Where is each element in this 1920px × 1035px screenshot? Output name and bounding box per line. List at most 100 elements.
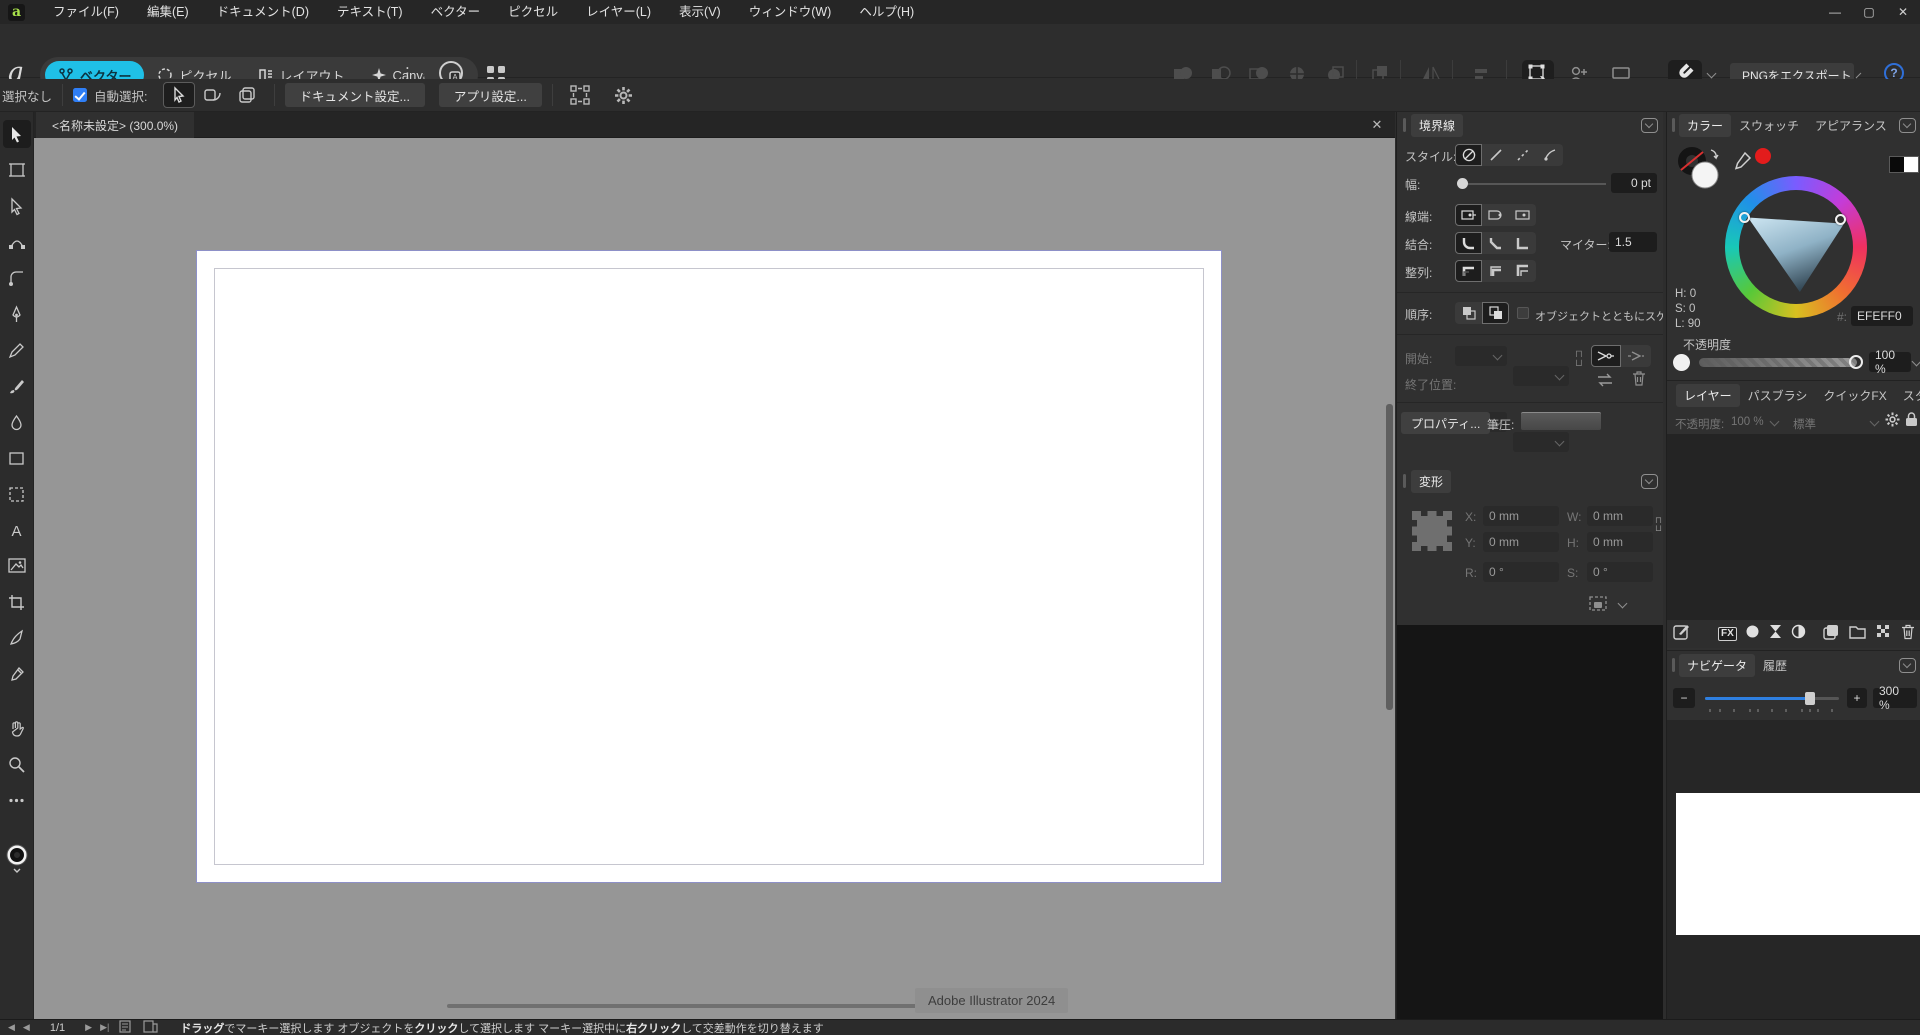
app-settings-button[interactable]: アプリ設定... bbox=[439, 83, 542, 107]
minimize-button[interactable]: — bbox=[1818, 0, 1852, 24]
document-tab[interactable]: <名称未設定> (300.0%) bbox=[36, 112, 194, 138]
zoom-out-button[interactable]: − bbox=[1673, 688, 1695, 708]
transform-panel-menu-icon[interactable] bbox=[1641, 474, 1658, 489]
blend-mode-value[interactable]: 標準 bbox=[1793, 416, 1816, 432]
layers-opacity-chevron[interactable] bbox=[1770, 417, 1780, 427]
zoom-slider-track[interactable] bbox=[1705, 697, 1839, 700]
prev-page-icon[interactable]: ◀ bbox=[23, 1022, 30, 1033]
zoom-in-button[interactable]: + bbox=[1847, 688, 1867, 708]
navigator-panel-menu-icon[interactable] bbox=[1899, 658, 1916, 673]
panel-grip[interactable] bbox=[1403, 474, 1406, 488]
transform-tool-icon[interactable] bbox=[3, 228, 31, 256]
pen-tool-icon[interactable] bbox=[3, 300, 31, 328]
zoom-value-field[interactable]: 300 % bbox=[1873, 688, 1917, 708]
cut-start-icon[interactable] bbox=[1591, 345, 1621, 367]
transform-x-field[interactable]: 0 mm bbox=[1483, 506, 1559, 526]
blend-mode-chevron[interactable] bbox=[1870, 417, 1880, 427]
canvas-area[interactable] bbox=[34, 138, 1395, 1019]
menu-text[interactable]: テキスト(T) bbox=[323, 0, 417, 24]
artboard-tool-icon[interactable] bbox=[3, 156, 31, 184]
align-center-icon[interactable] bbox=[1455, 260, 1482, 282]
settings-gear-icon[interactable] bbox=[608, 82, 640, 108]
maximize-button[interactable]: ▢ bbox=[1852, 0, 1886, 24]
join-bevel-icon[interactable] bbox=[1482, 232, 1509, 254]
node-tool-icon[interactable] bbox=[3, 192, 31, 220]
hue-handle[interactable] bbox=[1739, 212, 1750, 223]
lock-aspect-icon[interactable]: ⊓⊔ bbox=[1655, 516, 1662, 532]
tab-layers[interactable]: レイヤー bbox=[1676, 384, 1740, 407]
pattern-icon[interactable] bbox=[1876, 624, 1891, 644]
cap-round-icon[interactable] bbox=[1482, 204, 1509, 226]
new-layer-icon[interactable] bbox=[1823, 624, 1839, 645]
menu-vector[interactable]: ベクター bbox=[417, 0, 495, 24]
layers-opacity-value[interactable]: 100 % bbox=[1731, 416, 1764, 428]
opacity-slider-thumb[interactable] bbox=[1849, 355, 1863, 369]
menu-document[interactable]: ドキュメント(D) bbox=[203, 0, 323, 24]
pressure-profile-bar[interactable] bbox=[1521, 412, 1601, 430]
align-outside-icon[interactable] bbox=[1509, 260, 1536, 282]
layers-list[interactable] bbox=[1667, 434, 1920, 620]
opacity-full-swatch[interactable] bbox=[1673, 354, 1690, 371]
menu-help[interactable]: ヘルプ(H) bbox=[845, 0, 928, 24]
select-copy-button[interactable] bbox=[231, 82, 263, 108]
miter-field[interactable]: 1.5 bbox=[1609, 232, 1657, 252]
stroke-width-slider-track[interactable] bbox=[1468, 183, 1606, 185]
close-button[interactable]: ✕ bbox=[1886, 0, 1920, 24]
panel-grip[interactable] bbox=[1403, 118, 1406, 132]
order-behind-icon[interactable] bbox=[1455, 302, 1482, 324]
hex-field[interactable]: EFEFF0 bbox=[1851, 306, 1913, 326]
menu-window[interactable]: ウィンドウ(W) bbox=[735, 0, 846, 24]
start-size-dropdown[interactable] bbox=[1513, 366, 1569, 386]
link-ends-icon[interactable]: ⊓⊔ bbox=[1575, 350, 1583, 368]
panel-grip[interactable] bbox=[1672, 118, 1675, 132]
tab-close-icon[interactable]: ✕ bbox=[1368, 116, 1386, 134]
last-page-icon[interactable]: ▶| bbox=[100, 1022, 109, 1033]
vector-brush-tool-icon[interactable] bbox=[3, 372, 31, 400]
margins-icon[interactable] bbox=[564, 82, 596, 108]
transform-h-field[interactable]: 0 mm bbox=[1587, 532, 1653, 552]
opacity-slider-track[interactable] bbox=[1699, 358, 1857, 367]
stroke-width-slider-knob[interactable] bbox=[1457, 178, 1468, 189]
delete-ends-icon[interactable] bbox=[1631, 370, 1647, 392]
place-image-tool-icon[interactable] bbox=[3, 552, 31, 580]
stroke-properties-button[interactable]: プロパティ... bbox=[1401, 412, 1490, 434]
fill-tool-icon[interactable] bbox=[3, 408, 31, 436]
anchor-point-selector[interactable] bbox=[1411, 510, 1453, 552]
invert-icon[interactable] bbox=[1791, 624, 1806, 644]
tab-history[interactable]: 履歴 bbox=[1755, 654, 1795, 677]
menu-view[interactable]: 表示(V) bbox=[665, 0, 735, 24]
zoom-slider-thumb[interactable] bbox=[1805, 692, 1815, 705]
knife-tool-icon[interactable] bbox=[3, 624, 31, 652]
transform-s-field[interactable]: 0 ° bbox=[1587, 562, 1653, 582]
opacity-unit-chevron[interactable] bbox=[1912, 357, 1920, 367]
stroke-panel-menu-icon[interactable] bbox=[1641, 118, 1658, 133]
transform-y-field[interactable]: 0 mm bbox=[1483, 532, 1559, 552]
start-style-dropdown[interactable] bbox=[1455, 346, 1507, 366]
document-setup-button[interactable]: ドキュメント設定... bbox=[285, 83, 425, 107]
layer-fx-icon[interactable]: FX bbox=[1718, 627, 1737, 641]
zoom-tool-icon[interactable] bbox=[3, 750, 31, 778]
menu-edit[interactable]: 編集(E) bbox=[133, 0, 203, 24]
hand-tool-icon[interactable] bbox=[3, 714, 31, 742]
transform-options-chevron[interactable] bbox=[1618, 599, 1628, 609]
transform-w-field[interactable]: 0 mm bbox=[1587, 506, 1653, 526]
corner-tool-icon[interactable] bbox=[3, 264, 31, 292]
first-page-icon[interactable]: ◀ bbox=[8, 1022, 15, 1033]
document-page[interactable] bbox=[196, 250, 1222, 883]
next-page-icon[interactable]: ▶ bbox=[85, 1022, 92, 1033]
swap-ends-icon[interactable] bbox=[1595, 372, 1615, 393]
tab-appearance[interactable]: アピアランス bbox=[1807, 114, 1895, 137]
stroke-width-field[interactable]: 0 pt bbox=[1611, 173, 1657, 193]
pencil-tool-icon[interactable] bbox=[3, 336, 31, 364]
edit-layer-icon[interactable] bbox=[1673, 623, 1690, 645]
tab-navigator[interactable]: ナビゲータ bbox=[1679, 654, 1755, 677]
menu-layer[interactable]: レイヤー(L) bbox=[572, 0, 665, 24]
color-panel-menu-icon[interactable] bbox=[1899, 118, 1916, 133]
panel-grip[interactable] bbox=[1672, 658, 1675, 672]
align-inside-icon[interactable] bbox=[1482, 260, 1509, 282]
more-tools-icon[interactable] bbox=[3, 786, 31, 814]
fill-stroke-wells[interactable] bbox=[1677, 146, 1725, 192]
transform-options-icon[interactable] bbox=[1589, 596, 1609, 617]
crop-tool-icon[interactable] bbox=[3, 588, 31, 616]
mask-layer-icon[interactable] bbox=[1745, 624, 1760, 644]
